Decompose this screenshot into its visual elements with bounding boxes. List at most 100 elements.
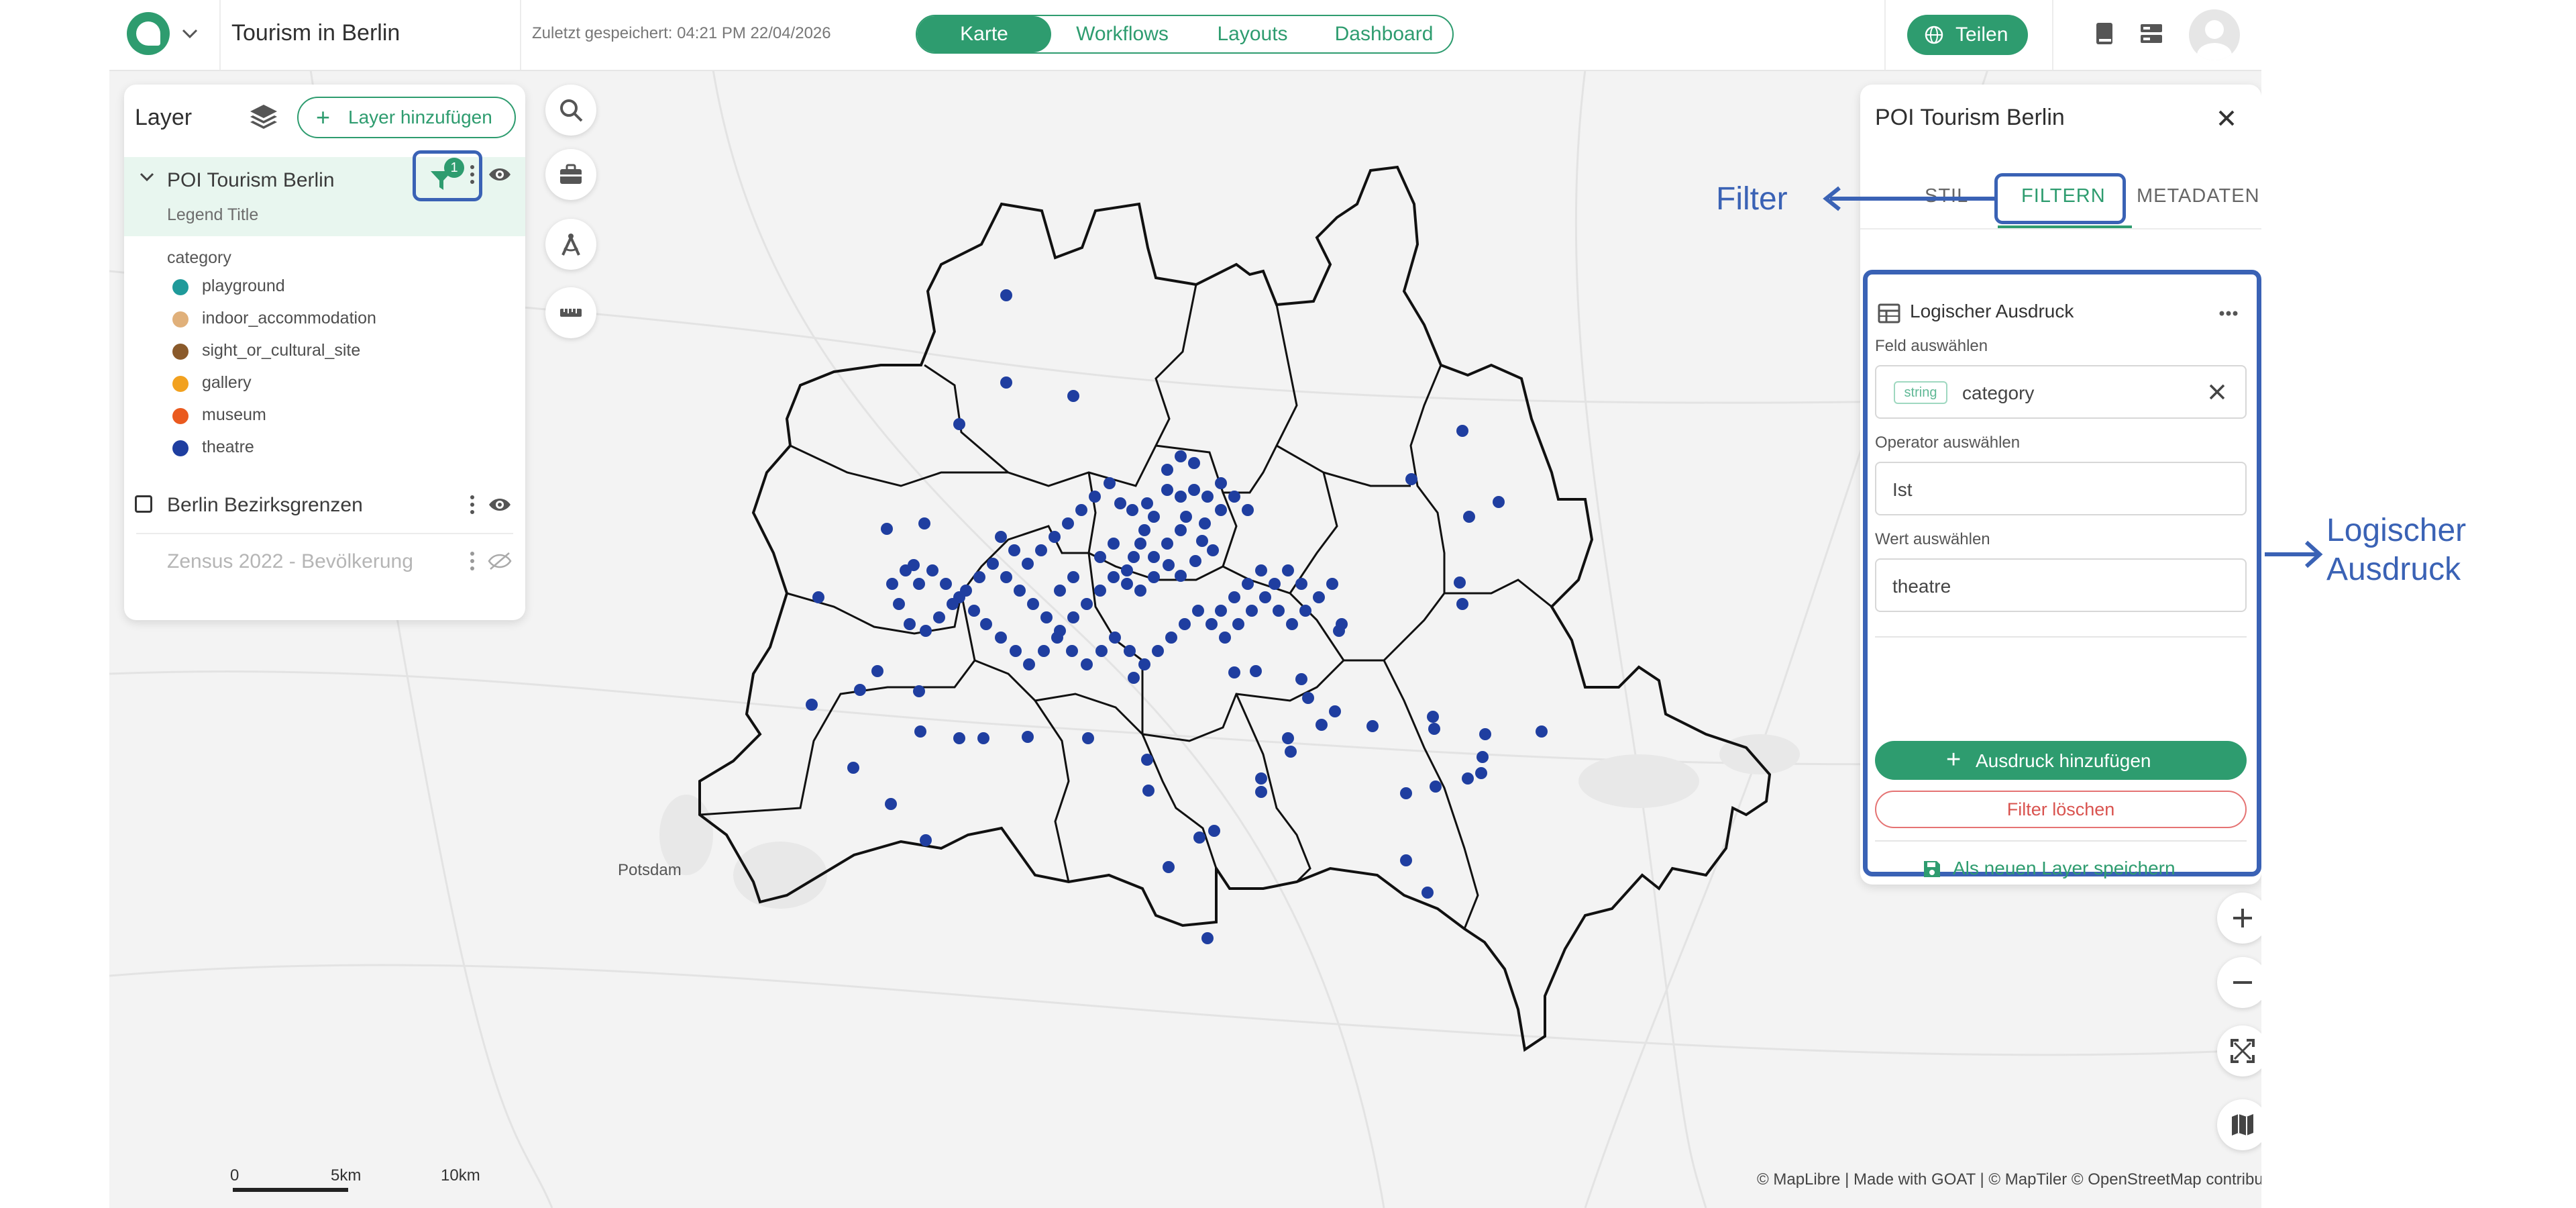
poi-point[interactable] xyxy=(920,625,932,637)
poi-point[interactable] xyxy=(1188,457,1200,469)
tab-workflows[interactable]: Workflows xyxy=(1055,16,1189,52)
poi-point[interactable] xyxy=(1201,491,1214,503)
clear-icon[interactable] xyxy=(2205,380,2229,404)
poi-point[interactable] xyxy=(1208,825,1220,837)
poi-point[interactable] xyxy=(918,517,930,530)
layer-name[interactable]: POI Tourism Berlin xyxy=(167,169,335,192)
poi-point[interactable] xyxy=(806,699,818,711)
poi-point[interactable] xyxy=(1329,705,1341,717)
user-avatar[interactable] xyxy=(2189,9,2240,60)
poi-point[interactable] xyxy=(1008,544,1020,556)
poi-point[interactable] xyxy=(1148,511,1160,523)
poi-point[interactable] xyxy=(1180,511,1192,523)
poi-point[interactable] xyxy=(1428,723,1440,735)
poi-point[interactable] xyxy=(1121,578,1133,590)
layers-icon[interactable] xyxy=(248,101,280,133)
poi-point[interactable] xyxy=(1242,504,1254,516)
chevron-down-icon[interactable] xyxy=(179,23,201,44)
poi-point[interactable] xyxy=(1134,585,1146,597)
zoom-in-button[interactable] xyxy=(2217,893,2261,944)
poi-point[interactable] xyxy=(885,798,897,810)
layer-checkbox[interactable] xyxy=(135,495,152,513)
poi-point[interactable] xyxy=(1255,772,1267,785)
chevron-down-icon[interactable] xyxy=(136,166,158,188)
poi-point[interactable] xyxy=(1246,605,1258,617)
basemap-button[interactable] xyxy=(2217,1099,2261,1150)
poi-point[interactable] xyxy=(871,665,883,677)
poi-point[interactable] xyxy=(1175,524,1187,536)
poi-point[interactable] xyxy=(1242,578,1254,590)
poi-point[interactable] xyxy=(1161,464,1173,476)
poi-point[interactable] xyxy=(1299,605,1311,617)
poi-point[interactable] xyxy=(1313,591,1325,603)
poi-point[interactable] xyxy=(1000,289,1012,301)
more-horizontal-icon[interactable] xyxy=(2218,310,2239,317)
poi-point[interactable] xyxy=(854,684,866,696)
poi-point[interactable] xyxy=(1207,544,1219,556)
poi-point[interactable] xyxy=(1366,720,1379,732)
poi-point[interactable] xyxy=(1475,767,1487,779)
fullscreen-button[interactable] xyxy=(2217,1025,2261,1076)
more-options-icon[interactable] xyxy=(470,552,476,574)
poi-point[interactable] xyxy=(1282,732,1294,744)
poi-point[interactable] xyxy=(995,632,1007,644)
poi-point[interactable] xyxy=(1000,571,1012,583)
poi-point[interactable] xyxy=(1152,645,1164,657)
poi-point[interactable] xyxy=(1108,538,1120,550)
poi-point[interactable] xyxy=(1038,645,1050,657)
poi-point[interactable] xyxy=(1141,497,1153,509)
poi-point[interactable] xyxy=(995,531,1007,543)
poi-point[interactable] xyxy=(1108,571,1120,583)
poi-point[interactable] xyxy=(1134,538,1146,550)
value-select[interactable]: theatre xyxy=(1875,558,2247,612)
poi-point[interactable] xyxy=(1104,477,1116,489)
poi-point[interactable] xyxy=(1421,887,1434,899)
poi-point[interactable] xyxy=(1179,618,1191,630)
poi-point[interactable] xyxy=(847,762,859,774)
share-button[interactable]: Teilen xyxy=(1907,15,2028,55)
poi-point[interactable] xyxy=(1040,611,1053,623)
poi-point[interactable] xyxy=(1075,504,1087,516)
poi-point[interactable] xyxy=(1000,376,1012,389)
poi-point[interactable] xyxy=(940,578,952,590)
poi-point[interactable] xyxy=(1199,517,1211,530)
poi-point[interactable] xyxy=(1493,496,1505,508)
poi-point[interactable] xyxy=(1400,787,1412,799)
poi-point[interactable] xyxy=(1161,538,1173,550)
poi-point[interactable] xyxy=(1022,558,1034,570)
poi-point[interactable] xyxy=(1228,491,1240,503)
poi-point[interactable] xyxy=(977,732,989,744)
layer-item-berlin-bezirksgrenzen[interactable]: Berlin Bezirksgrenzen xyxy=(124,479,525,533)
poi-point[interactable] xyxy=(1427,711,1439,723)
poi-point[interactable] xyxy=(1051,632,1063,644)
poi-point[interactable] xyxy=(1269,578,1281,590)
poi-point[interactable] xyxy=(1124,645,1136,657)
poi-point[interactable] xyxy=(1142,785,1155,797)
poi-point[interactable] xyxy=(1148,551,1160,563)
poi-point[interactable] xyxy=(893,598,905,610)
poi-point[interactable] xyxy=(1232,618,1244,630)
tab-metadaten[interactable]: METADATEN xyxy=(2137,185,2260,207)
poi-point[interactable] xyxy=(1163,861,1175,873)
goat-logo-icon[interactable] xyxy=(127,12,170,55)
more-options-icon[interactable] xyxy=(470,495,476,517)
poi-point[interactable] xyxy=(1456,425,1468,437)
poi-point[interactable] xyxy=(1326,578,1338,590)
poi-point[interactable] xyxy=(1062,517,1074,530)
poi-point[interactable] xyxy=(1259,591,1271,603)
eye-icon[interactable] xyxy=(488,495,512,514)
operator-select[interactable]: Ist xyxy=(1875,462,2247,515)
poi-point[interactable] xyxy=(1456,598,1468,610)
poi-point[interactable] xyxy=(987,558,999,570)
tab-dashboard[interactable]: Dashboard xyxy=(1317,16,1451,52)
poi-point[interactable] xyxy=(1462,772,1474,785)
poi-point[interactable] xyxy=(1400,854,1412,866)
poi-point[interactable] xyxy=(1049,531,1061,543)
poi-point[interactable] xyxy=(1175,570,1187,582)
poi-point[interactable] xyxy=(1022,731,1034,743)
poi-point[interactable] xyxy=(1161,484,1173,496)
poi-point[interactable] xyxy=(1219,632,1231,644)
poi-point[interactable] xyxy=(1023,658,1035,670)
poi-point[interactable] xyxy=(1109,632,1121,644)
poi-point[interactable] xyxy=(1282,564,1294,576)
